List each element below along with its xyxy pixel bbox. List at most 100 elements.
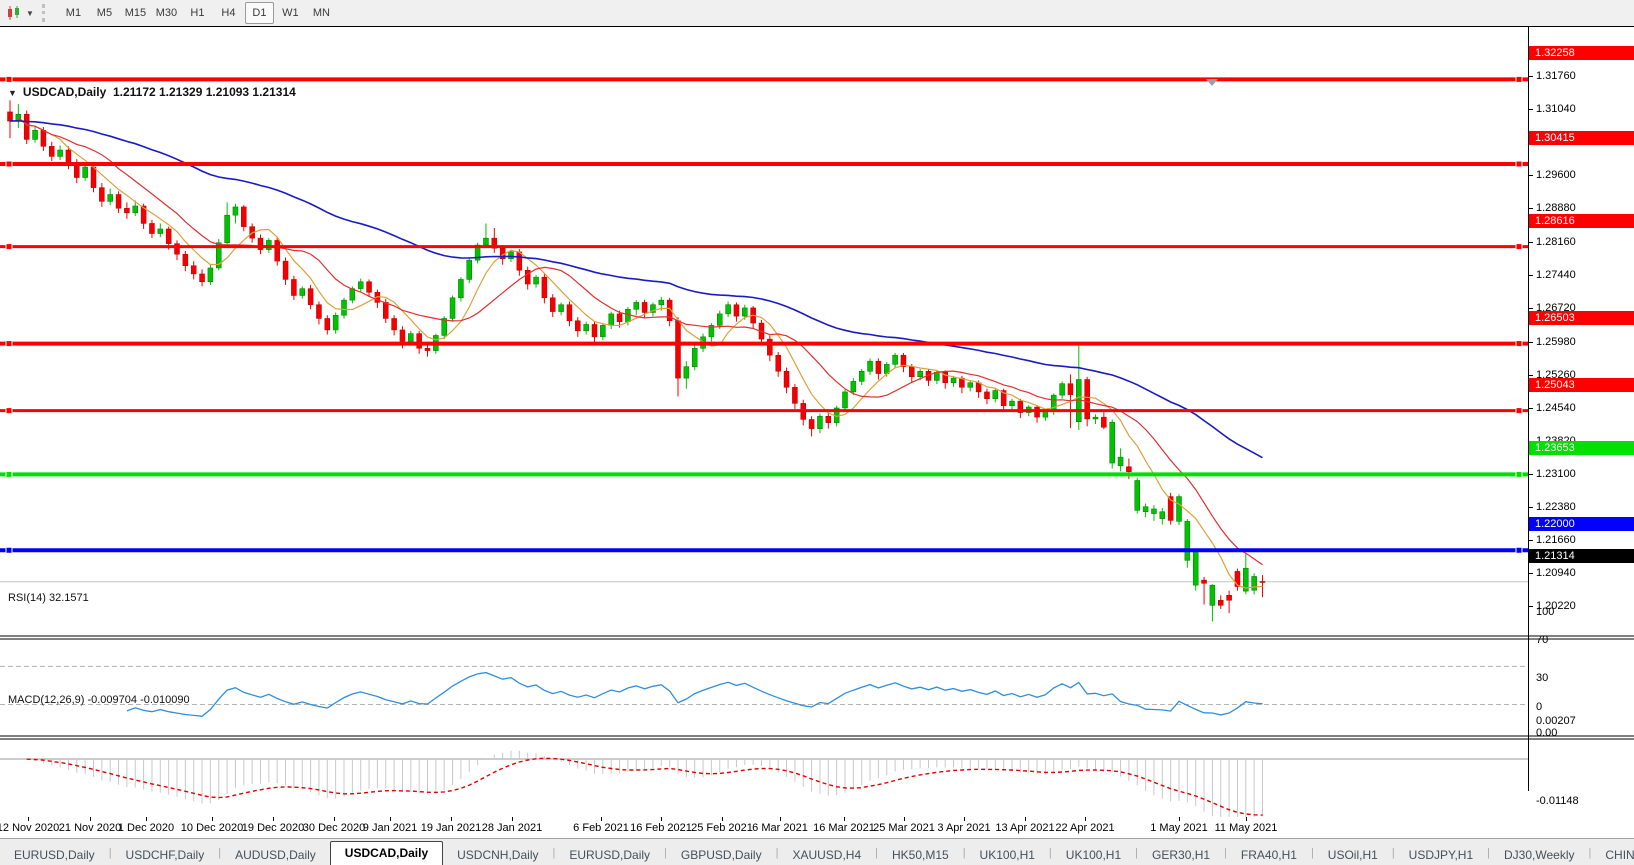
axis-tick (1529, 473, 1533, 475)
price-tick-label: 1.29600 (1536, 169, 1576, 182)
chart-tab-usdcad-daily[interactable]: USDCAD,Daily (329, 841, 444, 865)
chart-tab-audusd-daily[interactable]: AUDUSD,Daily (221, 845, 330, 865)
axis-tick (1529, 76, 1533, 78)
price-tick-label: 30 (1536, 672, 1549, 685)
price-axis-line (1528, 26, 1529, 791)
price-tick-label: 100 (1536, 605, 1555, 618)
chart-tab-bar: EURUSD,Daily | USDCHF,Daily | AUDUSD,Daily US… (0, 838, 1634, 865)
date-label: 25 Feb 2021 (691, 822, 753, 834)
date-label: 1 Dec 2020 (117, 822, 175, 834)
price-tick-label: 70 (1536, 634, 1549, 647)
chart-tab-usdjpy-h1[interactable]: USDJPY,H1 (1395, 845, 1487, 865)
price-tick-label: 0 (1536, 701, 1543, 713)
date-label: 19 Jan 2021 (420, 822, 482, 834)
date-tick (722, 817, 723, 821)
chart-tab-fra40-h1[interactable]: FRA40,H1 (1227, 845, 1311, 865)
date-tick (661, 817, 662, 821)
date-label: 11 May 2021 (1214, 822, 1278, 834)
chart-shift-marker[interactable] (1206, 79, 1218, 86)
date-label: 6 Mar 2021 (752, 822, 808, 834)
price-line-label: 1.22000 (1529, 517, 1634, 532)
macd-label: MACD(12,26,9) -0.009704 -0.010090 (8, 694, 190, 706)
axis-tick (1529, 175, 1533, 177)
price-tick-label: -0.01148 (1536, 794, 1579, 807)
chart-tab-uk100-h1[interactable]: UK100,H1 (1052, 845, 1135, 865)
axis-tick (1529, 341, 1533, 343)
price-tick-label: 1.27440 (1536, 268, 1576, 281)
price-line-label: 1.32258 (1529, 46, 1634, 61)
price-line-label: 1.30415 (1529, 131, 1634, 145)
axis-tick (1529, 407, 1533, 409)
date-label: 3 Apr 2021 (937, 822, 991, 834)
date-tick (780, 817, 781, 821)
axis-tick (1529, 506, 1533, 508)
timeframe-button-m5[interactable]: M5 (90, 2, 119, 24)
chart-tab-eurusd-daily[interactable]: EURUSD,Daily (555, 845, 664, 865)
axis-tick (1529, 109, 1533, 111)
toolbar-grip[interactable] (41, 4, 50, 22)
timeframe-button-m1[interactable]: M1 (59, 2, 88, 24)
price-tick-label: 1.23100 (1536, 467, 1576, 480)
price-tick-label: 1.22380 (1536, 500, 1576, 513)
chart-tab-eurusd-daily[interactable]: EURUSD,Daily (0, 845, 109, 865)
chart-tab-usdchf-daily[interactable]: USDCHF,Daily (112, 845, 219, 865)
date-tick (1085, 817, 1086, 821)
price-line-label: 1.26503 (1529, 310, 1634, 325)
timeframe-button-w1[interactable]: W1 (276, 2, 305, 24)
timeframe-button-mn[interactable]: MN (307, 2, 336, 24)
price-tick-label: 1.24540 (1536, 401, 1576, 414)
rsi-label: RSI(14) 32.1571 (8, 592, 89, 604)
chart-tab-usdcnh-daily[interactable]: USDCNH,Daily (443, 845, 552, 865)
price-tick-label: 1.21660 (1536, 533, 1576, 546)
timeframe-buttons: M1 M5 M15 M30 H1 H4 D1 W1 MN (58, 2, 337, 24)
date-tick (273, 817, 274, 821)
timeframe-button-m30[interactable]: M30 (152, 2, 181, 24)
price-tick-label: 0.00 (1536, 727, 1558, 739)
collapse-arrow-icon[interactable]: ▼ (8, 88, 17, 98)
axis-tick (1529, 274, 1533, 276)
chart-tab-ger30-h1[interactable]: GER30,H1 (1138, 845, 1224, 865)
chart-tab-hk50-m15[interactable]: HK50,M15 (878, 845, 963, 865)
toolbar: ▼ M1 M5 M15 M30 H1 H4 D1 W1 MN (0, 0, 1634, 27)
date-label: 6 Feb 2021 (573, 822, 629, 834)
date-label: 16 Mar 2021 (813, 822, 875, 834)
date-tick (601, 817, 602, 821)
date-label: 22 Apr 2021 (1055, 822, 1115, 834)
price-chart[interactable] (0, 26, 1634, 834)
chart-tab-china300-h1[interactable]: CHINA300,H1 (1591, 845, 1634, 865)
timeframe-button-h1[interactable]: H1 (183, 2, 212, 24)
chart-tab-dj30-weekly[interactable]: DJ30,Weekly (1490, 845, 1588, 865)
date-label: 1 May 2021 (1150, 822, 1208, 834)
chart-tab-usoil-h1[interactable]: USOil,H1 (1314, 845, 1392, 865)
chart-ohlc-values: 1.21172 1.21329 1.21093 1.21314 (112, 85, 296, 99)
time-axis[interactable]: 12 Nov 2020 21 Nov 2020 1 Dec 2020 10 Dec 2… (0, 817, 1634, 838)
price-line-label: 1.23653 (1529, 441, 1634, 456)
timeframe-button-h4[interactable]: H4 (214, 2, 243, 24)
date-tick (964, 817, 965, 821)
date-label: 21 Nov 2020 (58, 822, 122, 834)
date-tick (146, 817, 147, 821)
date-tick (904, 817, 905, 821)
chart-tab-uk100-h1[interactable]: UK100,H1 (966, 845, 1049, 865)
timeframe-button-m15[interactable]: M15 (121, 2, 150, 24)
axis-tick (1529, 307, 1533, 309)
chart-symbol: USDCAD,Daily (22, 85, 107, 99)
axis-tick (1529, 572, 1533, 574)
axis-tick (1529, 605, 1533, 607)
chart-type-icon[interactable] (4, 4, 24, 22)
date-label: 28 Jan 2021 (481, 822, 543, 834)
date-tick (844, 817, 845, 821)
chart-tab-gbpusd-daily[interactable]: GBPUSD,Daily (667, 845, 776, 865)
axis-tick (1529, 241, 1533, 243)
chevron-down-icon[interactable]: ▼ (26, 9, 34, 18)
price-line-label: 1.25043 (1529, 377, 1634, 392)
axis-tick (1529, 539, 1533, 541)
date-tick (212, 817, 213, 821)
chart-title: ▼ USDCAD,Daily 1.21172 1.21329 1.21093 1.… (8, 85, 296, 99)
date-tick (90, 817, 91, 821)
date-tick (28, 817, 29, 821)
timeframe-button-d1[interactable]: D1 (244, 2, 274, 24)
price-tick-label: 1.25980 (1536, 335, 1576, 348)
chart-tab-xauusd-h4[interactable]: XAUUSD,H4 (778, 845, 875, 865)
axis-tick (1529, 208, 1533, 210)
